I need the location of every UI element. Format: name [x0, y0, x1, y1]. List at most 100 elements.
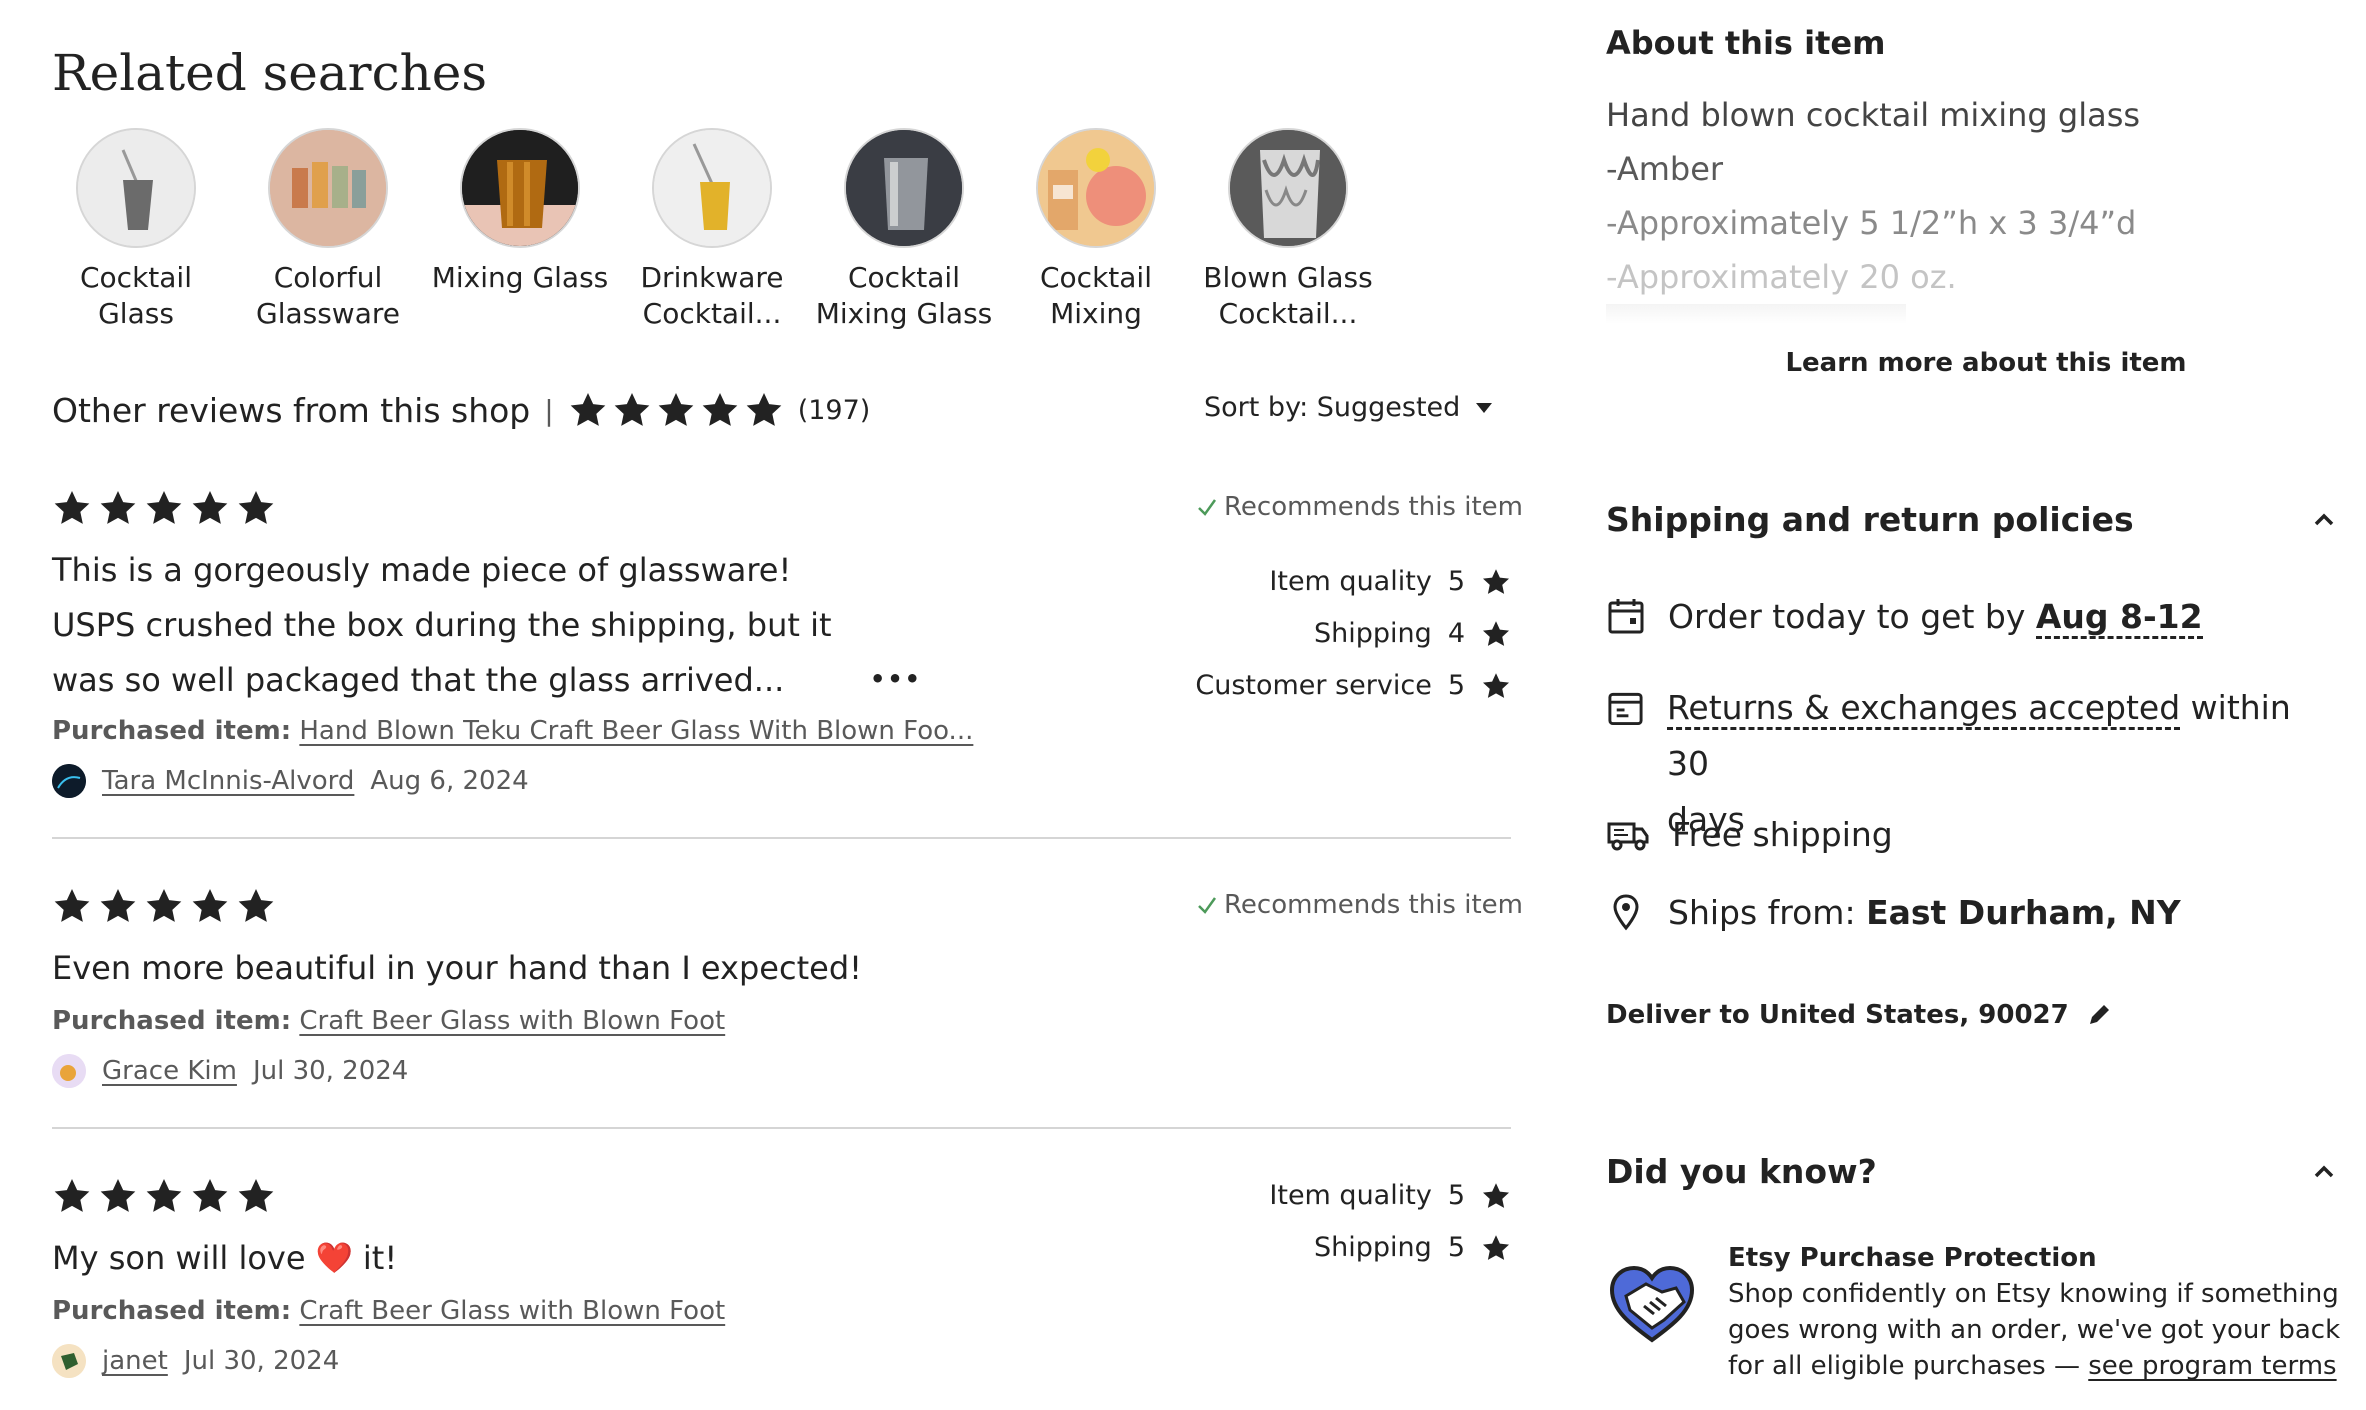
reviewer-name-link[interactable]: Grace Kim — [102, 1056, 237, 1086]
divider — [52, 1127, 1511, 1129]
avatar — [52, 764, 86, 798]
related-search-item[interactable] — [652, 128, 772, 248]
related-label: Cocktail Glass — [80, 261, 192, 330]
caret-down-icon — [1476, 402, 1493, 413]
star-icon — [52, 1176, 92, 1216]
purchased-item-line: Purchased item: Craft Beer Glass with Bl… — [52, 1006, 726, 1036]
related-search-item[interactable] — [1228, 128, 1348, 248]
free-shipping: Free shipping — [1606, 814, 1893, 854]
related-thumbnail[interactable] — [844, 128, 964, 248]
related-thumbnail[interactable] — [460, 128, 580, 248]
program-terms-link[interactable]: see program terms — [2088, 1351, 2336, 1381]
review-stars — [52, 886, 276, 926]
more-options-button[interactable]: ••• — [870, 665, 922, 693]
star-icon — [236, 1176, 276, 1216]
sort-dropdown[interactable]: Sort by: Suggested — [1204, 392, 1494, 423]
avatar — [52, 1344, 86, 1378]
purchased-item-line: Purchased item: Craft Beer Glass with Bl… — [52, 1296, 726, 1326]
rating-shipping: Shipping 4 — [1314, 618, 1511, 649]
purchased-item-link[interactable]: Hand Blown Teku Craft Beer Glass With Bl… — [299, 716, 973, 746]
checkmark-icon — [1198, 499, 1217, 516]
reviewer-line: Grace Kim Jul 30, 2024 — [52, 1054, 408, 1088]
rating-customer-service: Customer service 5 — [1195, 670, 1511, 701]
fade-overflow — [1606, 304, 1906, 324]
related-search-item[interactable] — [76, 128, 196, 248]
related-search-item[interactable] — [268, 128, 388, 248]
calendar-icon — [1608, 599, 1644, 634]
chevron-up-icon[interactable] — [2312, 508, 2336, 532]
reviews-header-separator: | — [544, 393, 554, 427]
related-search-item[interactable] — [1036, 128, 1156, 248]
reviewer-name-link[interactable]: janet — [102, 1346, 168, 1376]
purchased-item-link[interactable]: Craft Beer Glass with Blown Foot — [299, 1296, 725, 1326]
heart-emoji: ❤️ — [315, 1241, 353, 1276]
shipping-section-header[interactable]: Shipping and return policies — [1606, 500, 2336, 539]
star-icon — [190, 886, 230, 926]
purchased-item-line: Purchased item: Hand Blown Teku Craft Be… — [52, 716, 974, 746]
star-icon — [700, 390, 740, 430]
recommends-badge: Recommends this item — [1196, 890, 1523, 920]
review-date: Jul 30, 2024 — [183, 1346, 340, 1376]
returns-box-icon — [1608, 692, 1643, 726]
deliver-to-button[interactable]: Deliver to United States, 90027 — [1606, 1000, 2113, 1030]
review-stars — [52, 1176, 276, 1216]
review-text: My son will love ❤️ it! — [52, 1231, 397, 1286]
star-icon — [52, 886, 92, 926]
rating-item-quality: Item quality 5 — [1269, 1180, 1511, 1211]
review-text: This is a gorgeously made piece of glass… — [52, 551, 832, 699]
chevron-up-icon[interactable] — [2312, 1160, 2336, 1184]
about-title: About this item — [1606, 24, 1886, 62]
related-thumbnail[interactable] — [1036, 128, 1156, 248]
related-thumbnail[interactable] — [1228, 128, 1348, 248]
reviewer-line: Tara McInnis-Alvord Aug 6, 2024 — [52, 764, 529, 798]
delivery-dates[interactable]: Aug 8-12 — [2035, 596, 2203, 639]
star-icon — [568, 390, 608, 430]
star-icon — [98, 488, 138, 528]
star-icon — [144, 1176, 184, 1216]
did-you-know-header[interactable]: Did you know? — [1606, 1152, 2336, 1191]
purchased-item-link[interactable]: Craft Beer Glass with Blown Foot — [299, 1006, 725, 1036]
review-stars — [52, 488, 276, 528]
star-icon — [656, 390, 696, 430]
rating-item-quality: Item quality 5 — [1269, 566, 1511, 597]
shop-rating-stars — [568, 390, 784, 430]
related-label: Mixing Glass — [431, 261, 609, 294]
star-icon — [236, 886, 276, 926]
pencil-icon — [2089, 1005, 2109, 1024]
star-icon — [1481, 619, 1511, 649]
delivery-estimate: Order today to get by Aug 8-12 — [1606, 596, 2203, 639]
related-label: Cocktail Mixing — [1040, 261, 1152, 330]
avatar — [52, 1054, 86, 1088]
learn-more-button[interactable]: Learn more about this item — [1606, 348, 2366, 378]
related-search-item[interactable] — [460, 128, 580, 248]
star-icon — [1481, 671, 1511, 701]
related-label: Colorful Glassware — [256, 261, 400, 330]
review-count: (197) — [797, 394, 871, 426]
star-icon — [612, 390, 652, 430]
star-icon — [98, 1176, 138, 1216]
purchase-protection: Etsy Purchase Protection Shop confidentl… — [1728, 1243, 2341, 1381]
related-search-item[interactable] — [844, 128, 964, 248]
star-icon — [1481, 1181, 1511, 1211]
star-icon — [744, 390, 784, 430]
reviewer-name-link[interactable]: Tara McInnis-Alvord — [102, 766, 354, 796]
sort-label: Sort by: Suggested — [1204, 392, 1461, 423]
star-icon — [1481, 567, 1511, 597]
review-date: Jul 30, 2024 — [252, 1056, 409, 1086]
recommends-badge: Recommends this item — [1196, 492, 1523, 522]
review-ratings-breakdown: Item quality 5 Shipping 5 — [1111, 1180, 1511, 1290]
star-icon — [190, 1176, 230, 1216]
related-label: Cocktail Mixing Glass — [815, 261, 993, 330]
location-pin-icon — [1613, 894, 1639, 931]
related-thumbnail[interactable] — [268, 128, 388, 248]
related-searches-title: Related searches — [52, 44, 488, 102]
related-label: Blown Glass Cocktail... — [1203, 261, 1373, 330]
returns-link[interactable]: Returns & exchanges accepted — [1666, 688, 2181, 730]
review-ratings-breakdown: Item quality 5 Shipping 4 Customer servi… — [1111, 566, 1511, 726]
related-thumbnail[interactable] — [76, 128, 196, 248]
star-icon — [52, 488, 92, 528]
divider — [52, 837, 1511, 839]
related-label: Drinkware Cocktail... — [640, 261, 784, 330]
star-icon — [236, 488, 276, 528]
related-thumbnail[interactable] — [652, 128, 772, 248]
